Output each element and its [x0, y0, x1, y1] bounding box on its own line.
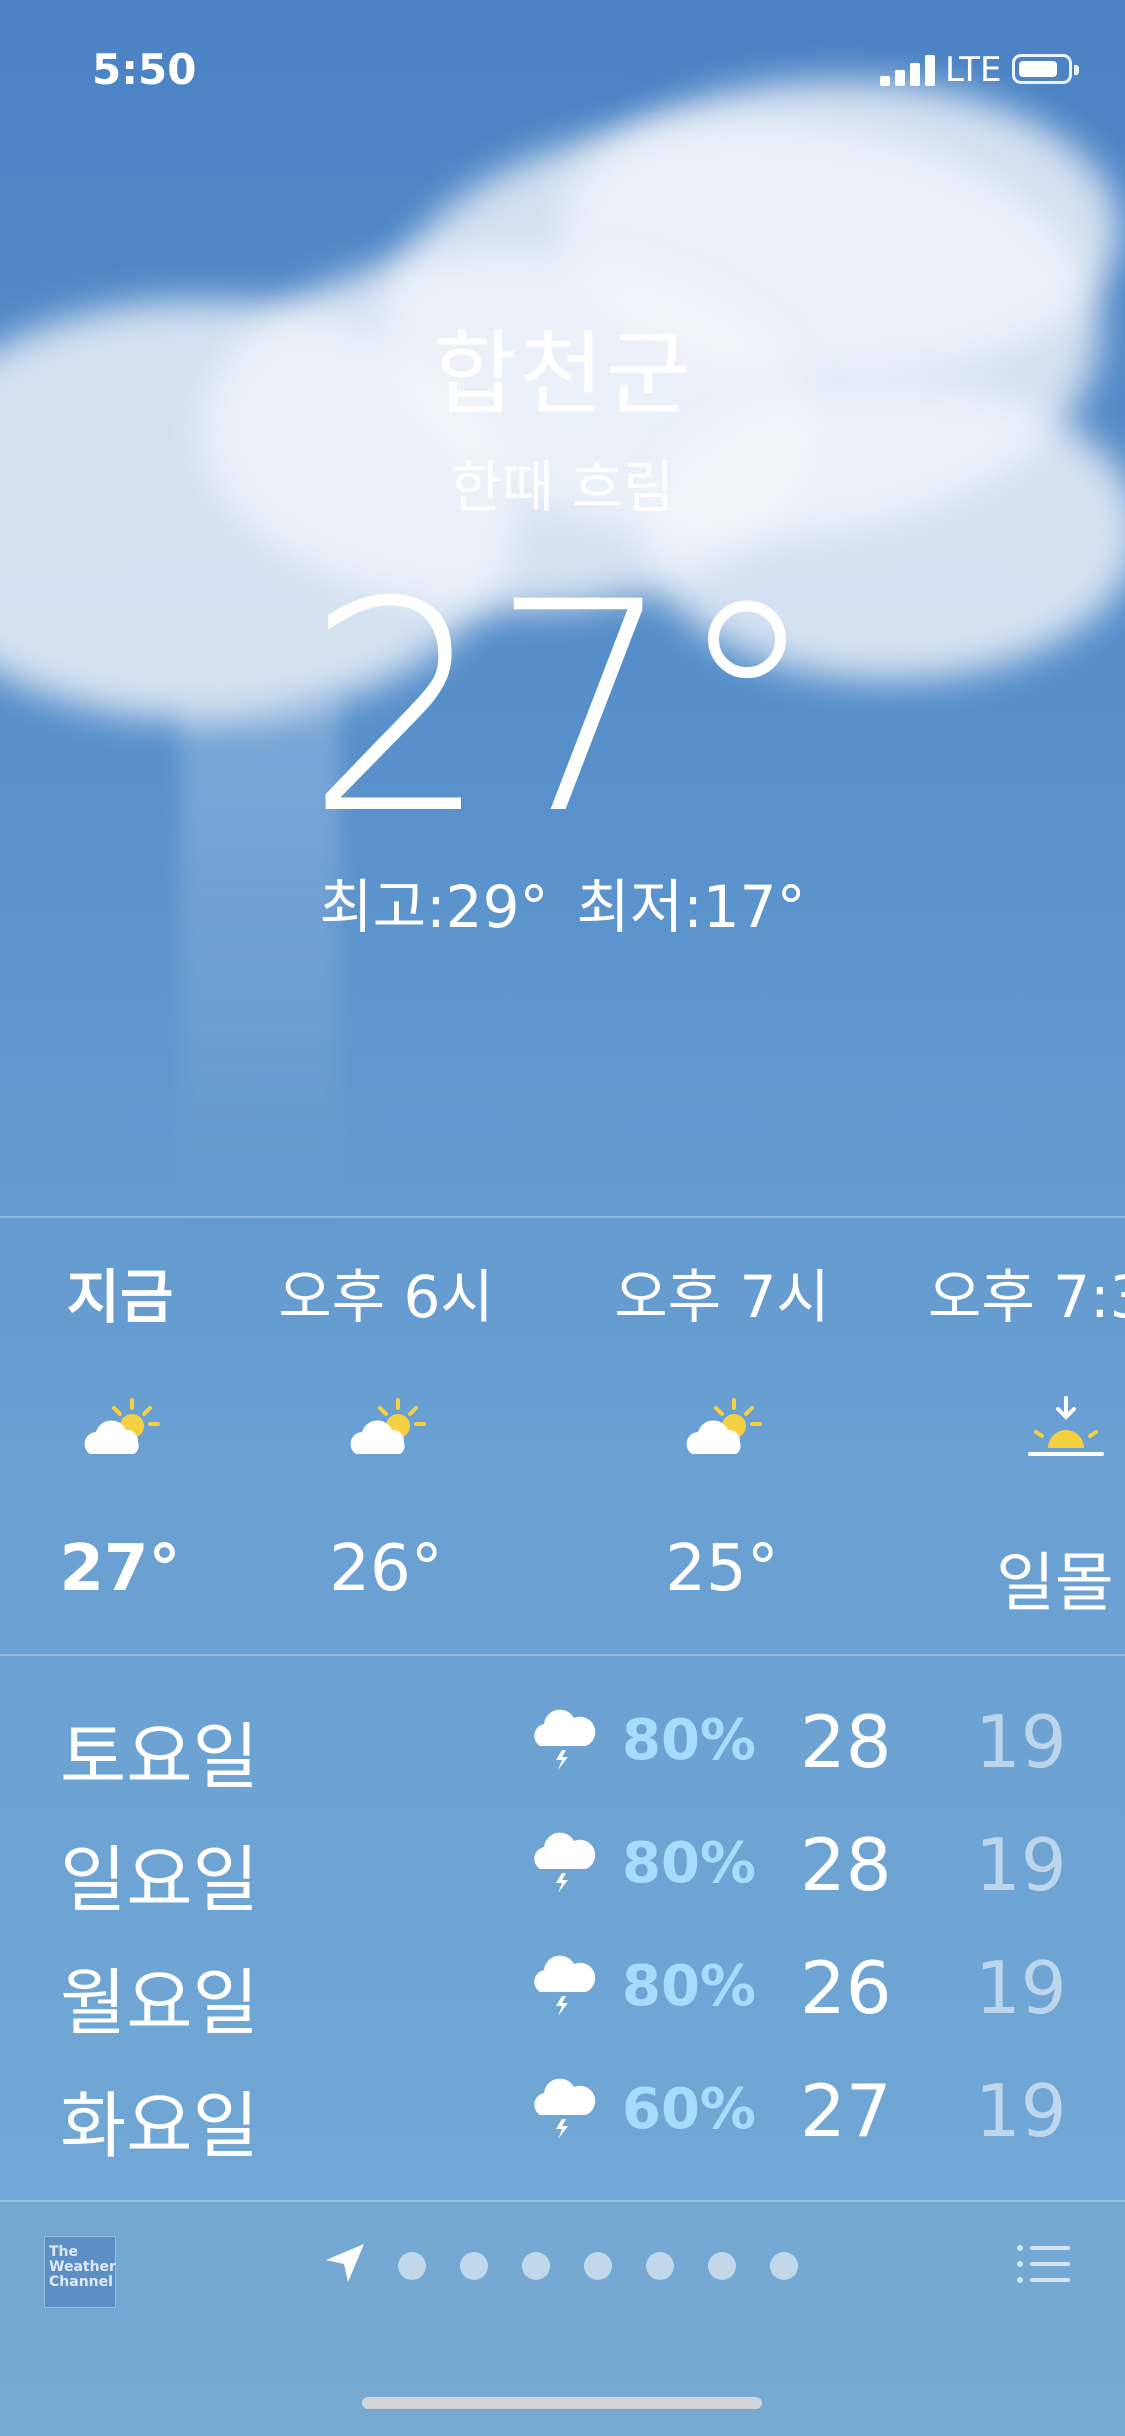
hour-item: 오후 7:3 일몰	[920, 1220, 1125, 1624]
list-item: 화요일 60% 27 19	[0, 2049, 1125, 2168]
partly-cloudy-day-icon	[350, 1398, 426, 1454]
thunderstorm-icon	[534, 1709, 596, 1770]
page-dot[interactable]	[460, 2252, 488, 2280]
divider	[0, 1654, 1125, 1656]
thunderstorm-icon	[534, 1832, 596, 1893]
hour-item: 오후 7시 25°	[582, 1220, 862, 1606]
status-time: 5:50	[92, 45, 197, 94]
list-item: 토요일 80% 28 19	[0, 1680, 1125, 1799]
high-temp: 27	[800, 2069, 892, 2153]
high-low: 최고:29° 최저:17°	[0, 860, 1125, 944]
daily-forecast[interactable]: 토요일 80% 28 19 일요일 80% 28 19 월요일 80% 26 1…	[0, 1660, 1125, 2200]
precip-chance: 80%	[622, 1954, 757, 2019]
current-temperature: 27°	[305, 541, 820, 878]
low-temp: 19	[975, 1823, 1067, 1907]
high-temp: 28	[800, 1700, 892, 1784]
thunderstorm-icon	[534, 1955, 596, 2016]
precip-chance: 80%	[622, 1831, 757, 1896]
hour-label: 오후 6시	[278, 1263, 494, 1331]
partly-cloudy-day-icon	[84, 1398, 160, 1454]
high-temp: 28	[800, 1823, 892, 1907]
page-dot[interactable]	[398, 2252, 426, 2280]
high-temp: 26	[800, 1946, 892, 2030]
high-temp: 최고:29°	[319, 873, 549, 941]
city-name: 합천군	[432, 321, 693, 428]
hour-temp: 27°	[59, 1532, 181, 1606]
hour-temp: 일몰	[996, 1547, 1114, 1621]
hour-label: 오후 7시	[614, 1263, 830, 1331]
hourly-forecast[interactable]: 지금 27° 오후 6시 26° 오후 7시 25° 오후 7:3 일몰	[0, 1220, 1125, 1660]
signal-bars-icon	[880, 55, 935, 86]
day-name: 월요일	[60, 1961, 259, 2045]
partly-cloudy-day-icon	[686, 1398, 762, 1454]
hour-temp: 26°	[329, 1532, 443, 1606]
sunset-icon	[1028, 1396, 1104, 1456]
day-name: 일요일	[60, 1838, 259, 1922]
battery-icon	[1012, 54, 1079, 84]
weather-channel-logo[interactable]: The Weather Channel	[44, 2236, 116, 2308]
page-dot[interactable]	[522, 2252, 550, 2280]
list-item: 일요일 80% 28 19	[0, 1803, 1125, 1922]
divider	[0, 2200, 1125, 2202]
network-type: LTE	[945, 50, 1002, 90]
hour-label: 오후 7:3	[928, 1263, 1125, 1331]
home-indicator[interactable]	[362, 2397, 762, 2409]
hour-item: 오후 6시 26°	[246, 1220, 526, 1606]
bottom-toolbar: The Weather Channel	[0, 2200, 1125, 2436]
page-dot[interactable]	[708, 2252, 736, 2280]
status-bar: 5:50 LTE	[0, 40, 1125, 100]
page-dot[interactable]	[646, 2252, 674, 2280]
current-weather: 합천군 한때 흐림 27° 최고:29° 최저:17°	[0, 300, 1125, 941]
low-temp: 19	[975, 2069, 1067, 2153]
condition-text: 한때 흐림	[450, 456, 675, 521]
divider	[0, 1216, 1125, 1218]
low-temp: 19	[975, 1700, 1067, 1784]
page-dot[interactable]	[584, 2252, 612, 2280]
thunderstorm-icon	[534, 2078, 596, 2139]
hour-label: 지금	[66, 1263, 174, 1331]
list-item: 월요일 80% 26 19	[0, 1926, 1125, 2045]
low-temp: 19	[975, 1946, 1067, 2030]
day-name: 화요일	[60, 2084, 259, 2168]
day-name: 토요일	[60, 1715, 259, 1799]
hour-temp: 25°	[665, 1532, 779, 1606]
hour-item: 지금 27°	[0, 1220, 260, 1606]
precip-chance: 60%	[622, 2077, 757, 2142]
list-icon[interactable]	[1016, 2242, 1072, 2286]
precip-chance: 80%	[622, 1708, 757, 1773]
page-dot[interactable]	[770, 2252, 798, 2280]
low-temp: 최저:17°	[576, 873, 806, 941]
location-arrow-icon[interactable]	[322, 2240, 368, 2286]
